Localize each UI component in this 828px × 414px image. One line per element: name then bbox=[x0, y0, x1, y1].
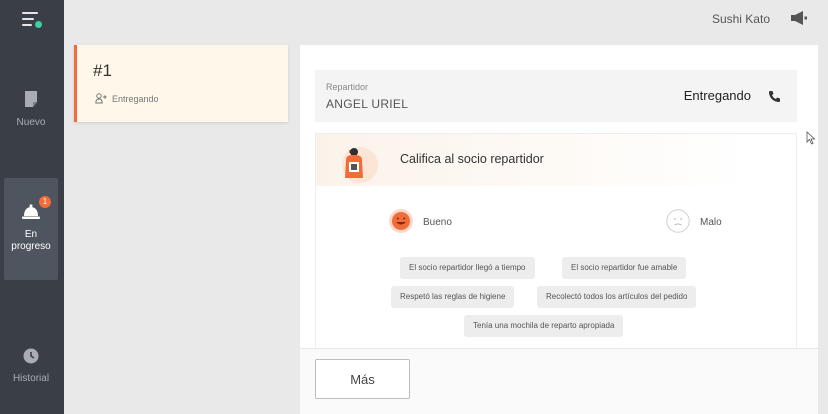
courier-status: Entregando bbox=[683, 88, 751, 103]
rating-section: Califica al socio repartidor Bueno Malo … bbox=[315, 133, 797, 353]
speaker-icon[interactable] bbox=[790, 10, 808, 31]
sidebar-item-nuevo[interactable]: Nuevo bbox=[4, 90, 58, 140]
sidebar-item-label: Nuevo bbox=[16, 117, 46, 128]
store-name: Sushi Kato bbox=[711, 12, 770, 26]
feedback-chip[interactable]: Tenía una mochila de reparto apropiada bbox=[464, 315, 624, 337]
rating-bad-option[interactable]: Malo bbox=[666, 209, 722, 236]
feedback-chip[interactable]: El socio repartidor llegó a tiempo bbox=[400, 257, 535, 279]
notification-dot bbox=[35, 21, 42, 28]
sad-face-icon bbox=[666, 209, 690, 236]
rating-good-label: Bueno bbox=[423, 217, 452, 228]
sidebar: Nuevo 1 En progreso Historial bbox=[0, 0, 64, 414]
rating-bad-label: Malo bbox=[700, 217, 722, 228]
rating-good-option[interactable]: Bueno bbox=[389, 209, 452, 236]
happy-face-icon bbox=[389, 209, 413, 236]
panel-footer: Más bbox=[300, 348, 818, 414]
courier-icon bbox=[95, 93, 107, 104]
menu-button[interactable] bbox=[22, 10, 44, 30]
more-button[interactable]: Más bbox=[315, 359, 410, 399]
new-order-icon bbox=[23, 90, 39, 111]
order-number: #1 bbox=[93, 61, 112, 80]
rating-title: Califica al socio repartidor bbox=[400, 152, 544, 166]
bell-icon: 1 bbox=[21, 196, 51, 223]
sidebar-item-en-progreso[interactable]: 1 En progreso bbox=[4, 178, 58, 280]
order-card[interactable]: #1 Entregando bbox=[74, 45, 288, 122]
mouse-cursor-icon bbox=[806, 131, 816, 150]
courier-label: Repartidor bbox=[326, 82, 369, 92]
order-status: Entregando bbox=[95, 93, 159, 104]
sidebar-item-label: En progreso bbox=[11, 229, 51, 252]
courier-illustration-icon bbox=[330, 138, 386, 189]
courier-name: ANGEL URIEL bbox=[326, 97, 409, 111]
clock-icon bbox=[23, 348, 39, 367]
top-bar: Sushi Kato bbox=[64, 0, 828, 38]
courier-info: Repartidor ANGEL URIEL Entregando bbox=[315, 70, 797, 122]
order-detail-panel: Repartidor ANGEL URIEL Entregando Califi… bbox=[300, 45, 818, 414]
feedback-chip[interactable]: Respetó las reglas de higiene bbox=[391, 286, 515, 308]
sidebar-item-historial[interactable]: Historial bbox=[4, 348, 58, 398]
menu-icon bbox=[22, 12, 38, 14]
feedback-chip[interactable]: El socio repartidor fue amable bbox=[562, 257, 687, 279]
order-status-label: Entregando bbox=[112, 93, 159, 104]
phone-icon[interactable] bbox=[768, 90, 781, 108]
progress-badge: 1 bbox=[39, 196, 51, 208]
rating-header: Califica al socio repartidor bbox=[316, 134, 796, 186]
feedback-chip[interactable]: Recolectó todos los artículos del pedido bbox=[537, 286, 697, 308]
sidebar-item-label: Historial bbox=[12, 373, 50, 384]
